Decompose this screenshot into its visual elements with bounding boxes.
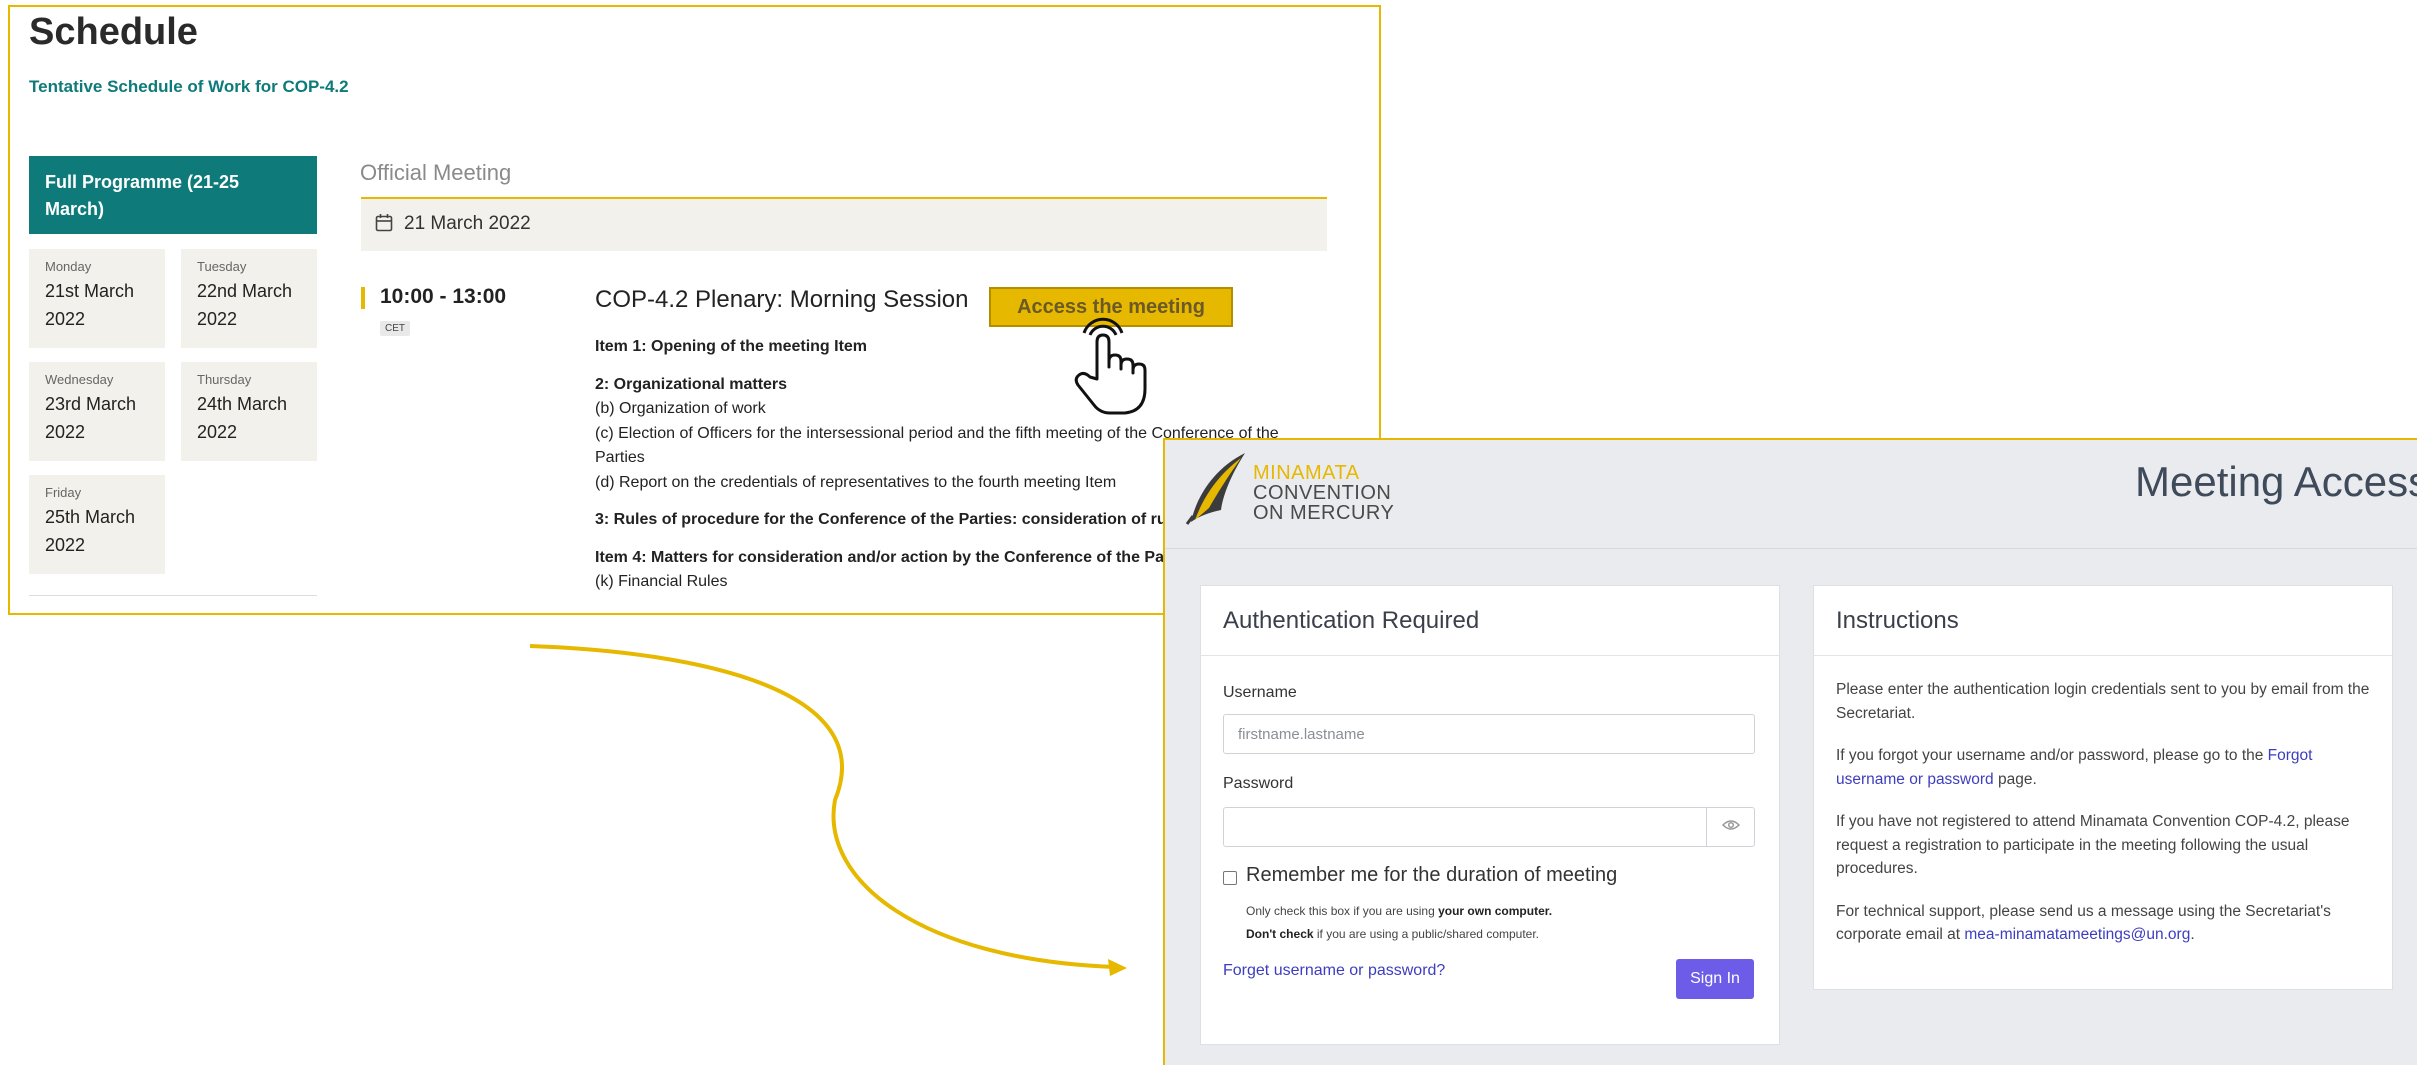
arrow-head xyxy=(1108,959,1127,976)
support-email-link[interactable]: mea-minamatameetings@un.org xyxy=(1964,926,2190,943)
connector-arrow xyxy=(529,644,1127,976)
remember-me-checkbox[interactable] xyxy=(1223,871,1237,885)
forget-credentials-link[interactable]: Forget username or password? xyxy=(1223,962,1445,980)
instruction-paragraph: For technical support, please send us a … xyxy=(1836,902,2331,944)
logo-text: MINAMATA CONVENTION ON MERCURY xyxy=(1253,463,1394,523)
remember-note-2: Don't check if you are using a public/sh… xyxy=(1246,927,1540,941)
page-title: Meeting Access xyxy=(2135,458,2417,505)
username-input[interactable] xyxy=(1223,714,1755,754)
remember-note-1: Only check this box if you are using you… xyxy=(1246,904,1553,918)
logo-line-2: CONVENTION xyxy=(1253,482,1392,504)
eye-icon xyxy=(1721,818,1741,836)
logo-mark-icon xyxy=(1185,453,1245,525)
instruction-paragraph: If you forgot your username and/or passw… xyxy=(1836,747,2313,788)
sign-in-button[interactable]: Sign In xyxy=(1676,959,1754,999)
password-input[interactable] xyxy=(1223,807,1755,847)
minamata-logo: MINAMATA CONVENTION ON MERCURY xyxy=(1183,450,1413,530)
meeting-access-panel: MINAMATA CONVENTION ON MERCURY Meeting A… xyxy=(1163,438,2417,1065)
logo-line-3: ON MERCURY xyxy=(1253,502,1395,524)
instructions-card: Instructions Please enter the authentica… xyxy=(1813,585,2393,990)
remember-me-label[interactable]: Remember me for the duration of meeting xyxy=(1246,864,1617,887)
logo-line-1: MINAMATA xyxy=(1253,462,1360,484)
header-divider xyxy=(1165,548,2417,549)
instruction-paragraph: Please enter the authentication login cr… xyxy=(1836,681,2370,722)
authentication-card: Authentication Required Username Passwor… xyxy=(1200,585,1780,1045)
password-label: Password xyxy=(1223,775,1294,792)
instructions-body: Please enter the authentication login cr… xyxy=(1814,656,2392,988)
auth-card-heading: Authentication Required xyxy=(1201,586,1779,656)
instructions-heading: Instructions xyxy=(1814,586,2392,656)
instruction-paragraph: If you have not registered to attend Min… xyxy=(1836,813,2350,877)
username-label: Username xyxy=(1223,684,1297,701)
show-password-toggle[interactable] xyxy=(1706,807,1755,847)
